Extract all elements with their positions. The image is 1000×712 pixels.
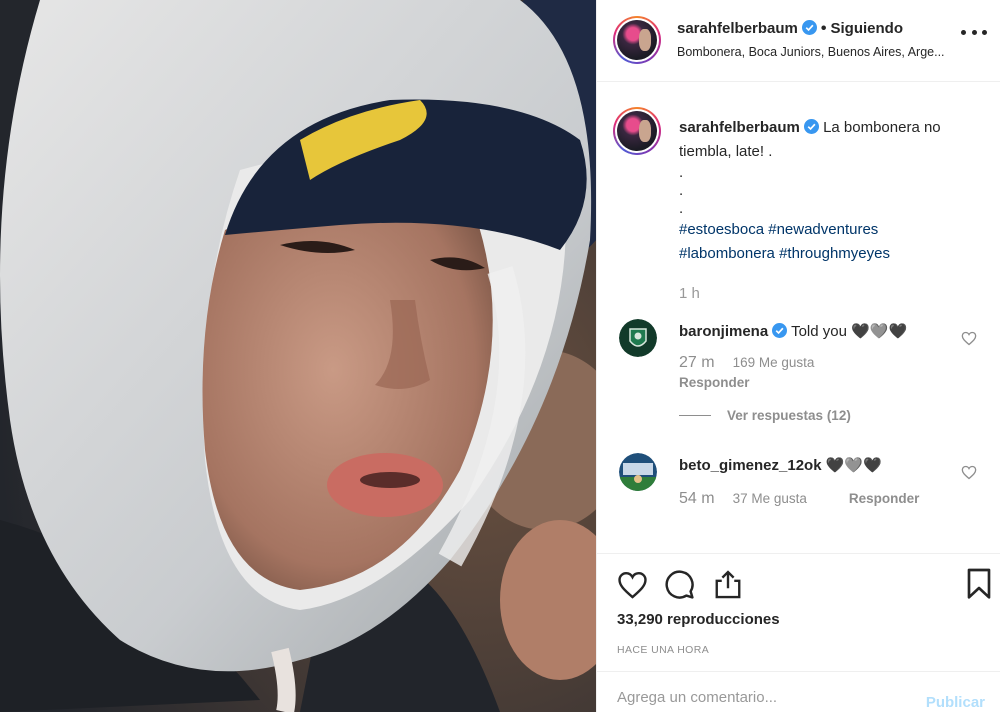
like-comment-heart-icon[interactable]	[961, 331, 977, 346]
comment-body: beto_gimenez_12ok 🖤🩶🖤 54 m 37 Me gusta Res…	[679, 456, 959, 508]
verified-badge-icon	[772, 323, 788, 338]
reply-button[interactable]: Responder	[679, 375, 959, 390]
comment-meta: 27 m 169 Me gusta	[679, 354, 959, 372]
comment-age[interactable]: 54 m	[679, 490, 715, 507]
comment-text: 🖤🩶🖤	[825, 457, 882, 474]
post-location[interactable]: Bombonera, Boca Juniors, Buenos Aires, A…	[677, 45, 977, 59]
hashtags-line-1[interactable]: #estoesboca #newadventures	[679, 218, 979, 242]
verified-badge-icon	[803, 119, 819, 134]
post-media-video[interactable]	[0, 0, 596, 712]
post-actions: 33,290 reproducciones HACE UNA HORA	[597, 553, 1000, 671]
caption-dot: .	[679, 182, 684, 199]
caption-line-1: La bombonera no	[823, 119, 941, 136]
caption-dot: .	[679, 164, 684, 181]
comment-age[interactable]: 27 m	[679, 354, 715, 371]
hashtags-line-2[interactable]: #labombonera #throughmyeyes	[679, 242, 979, 266]
share-icon[interactable]	[713, 569, 743, 600]
video-frame-image	[0, 0, 596, 712]
caption-line-2: tiembla, late! .	[679, 143, 773, 160]
author-username[interactable]: sarahfelberbaum	[677, 20, 798, 37]
author-avatar[interactable]	[613, 16, 661, 64]
comment-likes[interactable]: 37 Me gusta	[733, 491, 807, 506]
add-comment-input[interactable]	[617, 682, 907, 712]
bookmark-icon[interactable]	[967, 568, 991, 600]
post-timestamp[interactable]: HACE UNA HORA	[617, 644, 709, 656]
commenter-avatar[interactable]	[619, 319, 657, 357]
author-info: sarahfelberbaum • Siguiendo	[677, 20, 967, 38]
post-header: sarahfelberbaum • Siguiendo Bombonera, Boc…	[597, 0, 1000, 82]
verified-badge-icon	[801, 20, 817, 35]
follow-state-button[interactable]: Siguiendo	[831, 20, 904, 37]
view-replies-button[interactable]: Ver respuestas (12)	[679, 408, 851, 423]
caption-time-ago[interactable]: 1 h	[679, 282, 979, 306]
view-count[interactable]: 33,290 reproducciones	[617, 611, 780, 628]
reply-button[interactable]: Responder	[849, 491, 920, 506]
comment-likes[interactable]: 169 Me gusta	[733, 355, 815, 370]
commenter-avatar[interactable]	[619, 453, 657, 491]
publish-comment-button[interactable]: Publicar	[926, 694, 985, 711]
caption-text-block: sarahfelberbaum La bombonera no tiembla,…	[679, 116, 979, 306]
view-replies-label[interactable]: Ver respuestas (12)	[727, 408, 851, 423]
separator-dot: •	[820, 20, 827, 37]
caption-dot: .	[679, 200, 684, 217]
comment-body: baronjimena Told you 🖤🩶🖤 27 m 169 Me gust…	[679, 322, 959, 390]
caption-username[interactable]: sarahfelberbaum	[679, 119, 800, 136]
post-detail-panel: sarahfelberbaum • Siguiendo Bombonera, Boc…	[596, 0, 1000, 712]
comment-text: Told you 🖤🩶🖤	[791, 323, 908, 340]
comment-meta: 54 m 37 Me gusta Responder	[679, 490, 959, 508]
commenter-username[interactable]: beto_gimenez_12ok	[679, 457, 822, 474]
comment-item: beto_gimenez_12ok 🖤🩶🖤 54 m 37 Me gusta Res…	[597, 453, 1000, 533]
replies-divider	[679, 415, 711, 416]
more-options-icon[interactable]	[961, 22, 987, 42]
heart-icon[interactable]	[617, 571, 648, 599]
add-comment-bar: Publicar	[597, 671, 1000, 712]
like-comment-heart-icon[interactable]	[961, 465, 977, 480]
comment-item: baronjimena Told you 🖤🩶🖤 27 m 169 Me gust…	[597, 319, 1000, 429]
comment-icon[interactable]	[664, 569, 695, 600]
caption-author-avatar[interactable]	[613, 107, 661, 155]
comments-section: sarahfelberbaum La bombonera no tiembla,…	[597, 83, 1000, 553]
commenter-username[interactable]: baronjimena	[679, 323, 768, 340]
